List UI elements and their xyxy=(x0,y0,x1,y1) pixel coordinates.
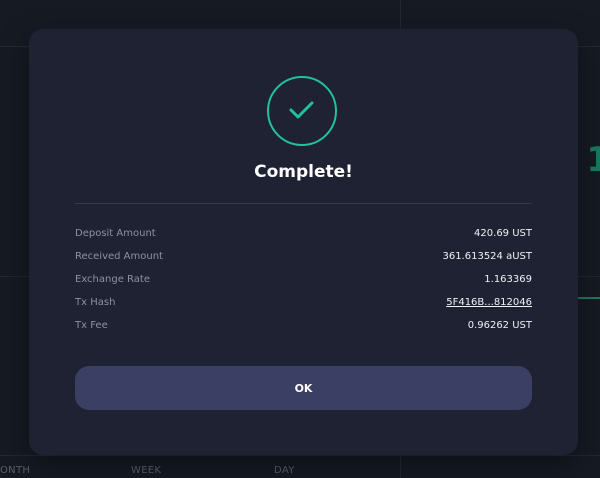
background-period-tabs: ONTH WEEK DAY xyxy=(0,458,600,478)
detail-value: 0.96262 UST xyxy=(467,320,532,331)
dialog-title: Complete! xyxy=(254,162,353,182)
tab-day[interactable]: DAY xyxy=(274,465,295,476)
detail-value: 361.613524 aUST xyxy=(442,251,532,262)
detail-value: 1.163369 xyxy=(484,274,532,285)
detail-value: 420.69 UST xyxy=(474,228,532,239)
detail-row-exchange-rate: Exchange Rate 1.163369 xyxy=(75,274,532,297)
grid-line xyxy=(0,455,600,456)
detail-row-tx-hash: Tx Hash 5F416B...812046 xyxy=(75,297,532,320)
background-value: 1 xyxy=(586,140,600,180)
tab-month[interactable]: ONTH xyxy=(0,465,30,476)
transaction-complete-dialog: Complete! Deposit Amount 420.69 UST Rece… xyxy=(29,29,578,455)
detail-label: Tx Hash xyxy=(75,297,116,308)
divider xyxy=(75,203,532,204)
tab-week[interactable]: WEEK xyxy=(131,465,161,476)
detail-row-tx-fee: Tx Fee 0.96262 UST xyxy=(75,320,532,343)
success-circle xyxy=(267,76,337,146)
detail-label: Tx Fee xyxy=(75,320,108,331)
tx-hash-link[interactable]: 5F416B...812046 xyxy=(446,297,532,308)
transaction-details: Deposit Amount 420.69 UST Received Amoun… xyxy=(75,228,532,343)
detail-label: Deposit Amount xyxy=(75,228,156,239)
detail-label: Exchange Rate xyxy=(75,274,150,285)
detail-row-deposit-amount: Deposit Amount 420.69 UST xyxy=(75,228,532,251)
chart-line xyxy=(578,297,600,299)
ok-button[interactable]: OK xyxy=(75,366,532,410)
detail-row-received-amount: Received Amount 361.613524 aUST xyxy=(75,251,532,274)
check-icon xyxy=(289,101,314,119)
detail-label: Received Amount xyxy=(75,251,163,262)
